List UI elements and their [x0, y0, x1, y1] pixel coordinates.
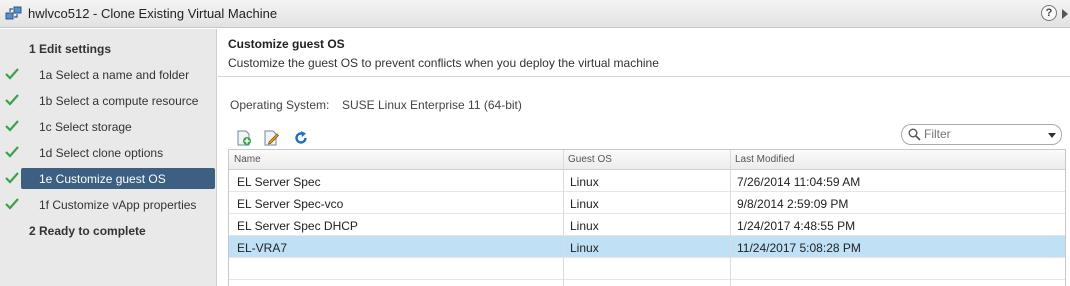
cell-last-modified: 7/26/2014 11:04:59 AM: [737, 175, 861, 189]
customization-spec-table: Name Guest OS Last Modified EL Server Sp…: [228, 149, 1066, 286]
column-divider[interactable]: [730, 150, 731, 286]
step-label: 1f Customize vApp properties: [39, 198, 197, 212]
cell-last-modified: 1/24/2017 4:48:55 PM: [737, 219, 856, 233]
table-header: Name Guest OS Last Modified: [229, 150, 1065, 170]
cell-name: EL Server Spec DHCP: [237, 219, 358, 233]
column-header-last-modified[interactable]: Last Modified: [735, 154, 794, 165]
new-spec-icon[interactable]: [236, 130, 252, 146]
table-row[interactable]: EL Server Spec Linux 7/26/2014 11:04:59 …: [229, 170, 1065, 192]
checkmark-icon: [5, 146, 19, 158]
step-edit-settings[interactable]: 1 Edit settings: [0, 38, 217, 60]
filter-box[interactable]: [901, 124, 1062, 145]
cell-name: EL-VRA7: [237, 241, 288, 255]
step-select-compute-resource[interactable]: 1b Select a compute resource: [0, 90, 217, 112]
step-label: 1d Select clone options: [39, 146, 164, 160]
cell-guest-os: Linux: [570, 219, 599, 233]
window-titlebar: hwlvco512 - Clone Existing Virtual Machi…: [0, 0, 1070, 28]
os-value: SUSE Linux Enterprise 11 (64-bit): [342, 98, 522, 112]
chevron-down-icon[interactable]: [1048, 133, 1056, 138]
header-divider: [218, 76, 1070, 77]
step-label: 1c Select storage: [39, 120, 132, 134]
step-select-name-folder[interactable]: 1a Select a name and folder: [0, 64, 217, 86]
cell-last-modified: 11/24/2017 5:08:28 PM: [737, 241, 861, 255]
page-subtitle: Customize the guest OS to prevent confli…: [228, 56, 659, 70]
cell-guest-os: Linux: [570, 197, 599, 211]
table-row-empty: [229, 258, 1065, 280]
step-label: 1b Select a compute resource: [39, 94, 199, 108]
help-icon[interactable]: ?: [1041, 5, 1057, 21]
step-select-storage[interactable]: 1c Select storage: [0, 116, 217, 138]
table-row[interactable]: EL Server Spec-vco Linux 9/8/2014 2:59:0…: [229, 192, 1065, 214]
checkmark-icon: [5, 120, 19, 132]
edit-spec-icon[interactable]: [263, 130, 279, 146]
step-label: 1e Customize guest OS: [39, 172, 166, 186]
filter-input[interactable]: [924, 126, 1034, 142]
step-label: 2 Ready to complete: [29, 224, 146, 238]
table-row[interactable]: EL Server Spec DHCP Linux 1/24/2017 4:48…: [229, 214, 1065, 236]
clone-vm-icon: [5, 6, 22, 20]
cell-name: EL Server Spec: [237, 175, 321, 189]
cell-last-modified: 9/8/2014 2:59:09 PM: [737, 197, 849, 211]
main-panel: Customize guest OS Customize the guest O…: [218, 29, 1070, 286]
column-divider[interactable]: [563, 150, 564, 286]
step-customize-guest-os[interactable]: 1e Customize guest OS: [0, 168, 217, 190]
expand-arrow-icon[interactable]: [1062, 9, 1068, 19]
checkmark-icon: [5, 172, 19, 184]
cell-name: EL Server Spec-vco: [237, 197, 344, 211]
checkmark-icon: [5, 68, 19, 80]
wizard-steps-sidebar: 1 Edit settings 1a Select a name and fol…: [0, 29, 217, 286]
checkmark-icon: [5, 94, 19, 106]
refresh-icon[interactable]: [293, 130, 309, 146]
step-label: 1 Edit settings: [29, 42, 112, 56]
step-customize-vapp-properties[interactable]: 1f Customize vApp properties: [0, 194, 217, 216]
page-title: Customize guest OS: [228, 37, 345, 51]
step-label: 1a Select a name and folder: [39, 68, 190, 82]
cell-guest-os: Linux: [570, 241, 599, 255]
column-header-guest-os[interactable]: Guest OS: [568, 154, 612, 165]
os-label: Operating System:: [230, 98, 330, 112]
window-title: hwlvco512 - Clone Existing Virtual Machi…: [28, 6, 278, 21]
checkmark-icon: [5, 198, 19, 210]
step-ready-to-complete[interactable]: 2 Ready to complete: [0, 220, 217, 242]
column-header-name[interactable]: Name: [234, 154, 261, 165]
search-icon: [908, 128, 921, 141]
table-row-selected[interactable]: EL-VRA7 Linux 11/24/2017 5:08:28 PM: [229, 236, 1065, 258]
step-select-clone-options[interactable]: 1d Select clone options: [0, 142, 217, 164]
cell-guest-os: Linux: [570, 175, 599, 189]
